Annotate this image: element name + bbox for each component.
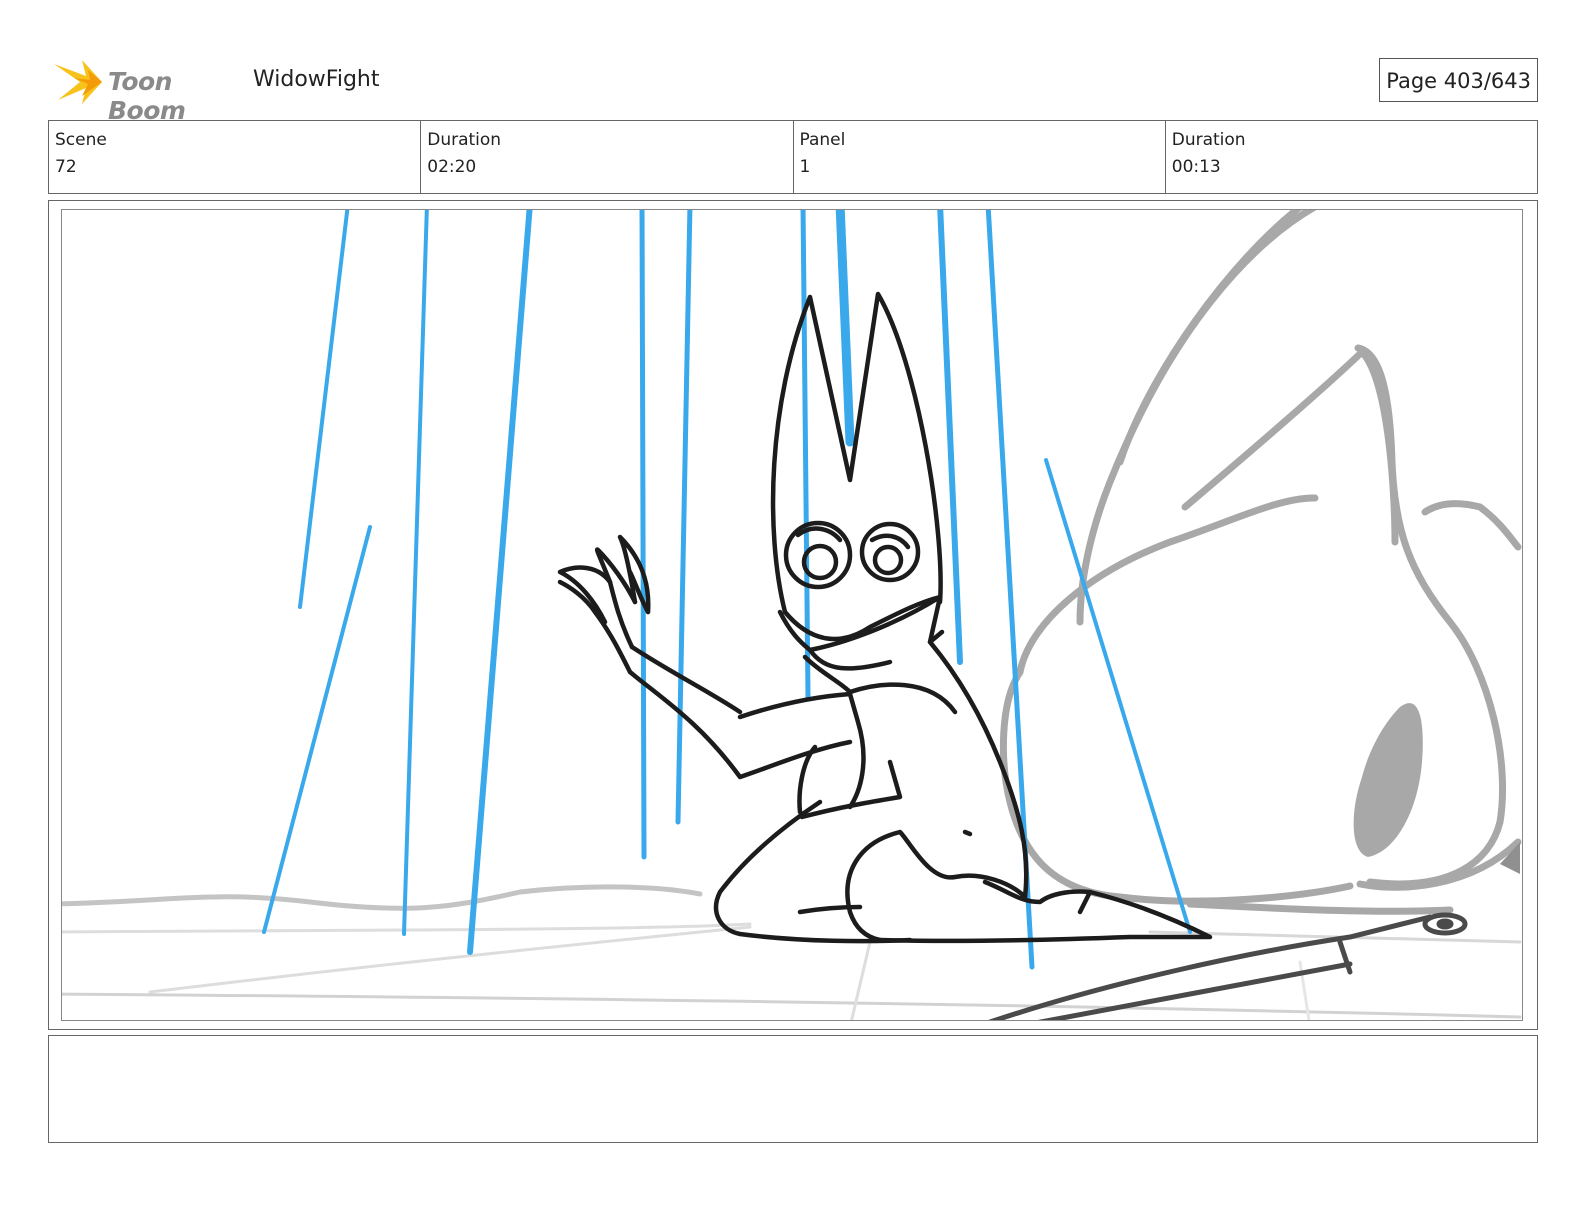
panel-value: 1 bbox=[799, 157, 811, 177]
toon-boom-logo: Toon Boom bbox=[52, 56, 252, 125]
panel-safe-area bbox=[61, 209, 1523, 1021]
panel-duration-cell: Duration 00:13 bbox=[1166, 121, 1537, 193]
grey-creature-sketch bbox=[999, 210, 1522, 915]
starburst-logo-icon bbox=[54, 60, 102, 104]
scene-duration-value: 02:20 bbox=[427, 157, 477, 177]
scene-label: Scene bbox=[55, 130, 107, 150]
logo-text: Toon Boom bbox=[108, 67, 186, 125]
panel-notes-box[interactable] bbox=[48, 1035, 1538, 1143]
panel-duration-label: Duration bbox=[1171, 130, 1246, 150]
needle-weapon-sketch bbox=[988, 912, 1468, 1020]
project-title: WidowFight bbox=[253, 67, 380, 92]
scene-duration-cell: Duration 02:20 bbox=[421, 121, 794, 193]
rain-streaks bbox=[262, 210, 1192, 970]
page-counter: Page 403/643 bbox=[1379, 58, 1538, 102]
panel-cell: Panel 1 bbox=[794, 121, 1166, 193]
panel-label: Panel bbox=[799, 130, 846, 150]
panel-duration-value: 00:13 bbox=[1171, 157, 1221, 177]
storyboard-header: Toon Boom WidowFight Page 403/643 bbox=[48, 52, 1538, 125]
kneeling-knight-character bbox=[557, 291, 1213, 944]
panel-frame bbox=[48, 200, 1538, 1030]
storyboard-sketch bbox=[62, 210, 1522, 1020]
scene-duration-label: Duration bbox=[427, 130, 502, 150]
scene-value: 72 bbox=[55, 157, 77, 177]
scene-cell: Scene 72 bbox=[49, 121, 422, 193]
scene-info-table: Scene 72 Duration 02:20 Panel 1 Duration… bbox=[48, 120, 1538, 194]
grey-creature-eye bbox=[1353, 703, 1423, 857]
